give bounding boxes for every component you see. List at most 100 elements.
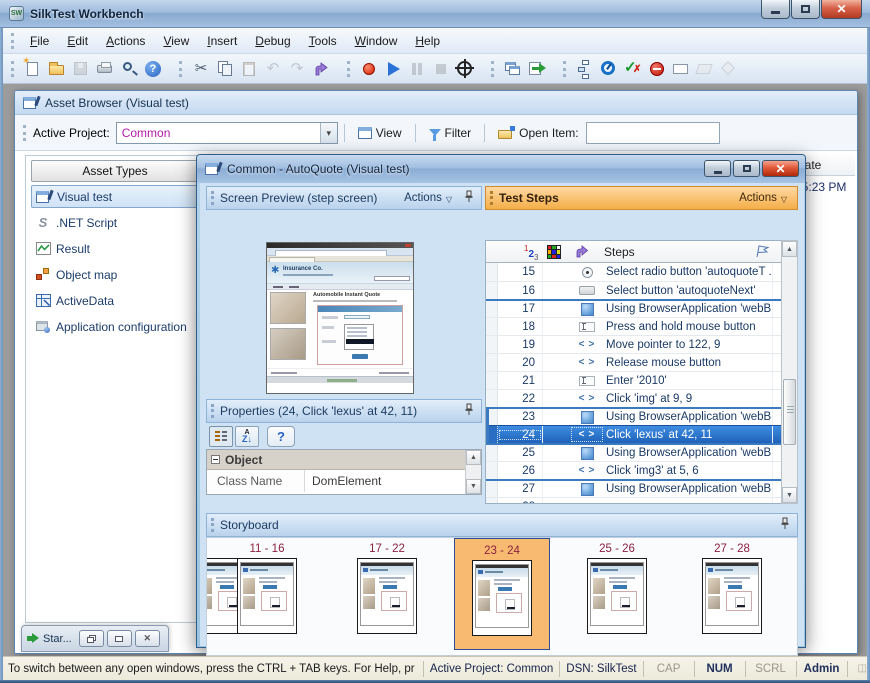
scroll-down-icon[interactable]: ▼ [466,479,481,494]
cut-icon[interactable]: ✂ [190,58,212,80]
resize-grip[interactable]: ◫ [858,663,867,674]
export-icon[interactable] [526,58,548,80]
chevron-down-icon[interactable]: ▾ [320,123,337,143]
record-icon[interactable] [358,58,380,80]
dialog-maximize-button[interactable] [733,160,760,177]
test-steps-scrollbar[interactable]: ▲ ▼ [781,240,798,504]
screen-preview-header[interactable]: Screen Preview (step screen) Actions▽ [206,186,482,210]
test-step-row-22[interactable]: 22 < > Click 'img' at 9, 9 [486,389,781,407]
pin-icon[interactable] [464,403,474,419]
pin-icon[interactable] [464,190,474,206]
test-steps-header[interactable]: Test Steps Actions▽ [485,186,798,210]
scrollbar-thumb[interactable] [783,379,796,445]
dialog-title-bar[interactable]: Common - AutoQuote (Visual test) ✕ [197,155,805,183]
minimize-button-small[interactable] [107,630,132,647]
close-button-small[interactable]: ✕ [135,630,160,647]
categorized-button[interactable] [209,426,233,447]
chevron-down-icon: ▽ [446,195,452,204]
playback-flow-icon[interactable] [310,58,332,80]
test-step-row-18[interactable]: 18 Press and hold mouse button [486,317,781,335]
play-icon[interactable] [382,58,404,80]
test-step-row-26[interactable]: 26 < > Click 'img3' at 5, 6 [486,461,781,479]
open-item-button[interactable]: Open Item: [491,121,585,145]
new-asset-icon[interactable]: ✶ [22,58,44,80]
pin-icon[interactable] [780,517,790,533]
asset-type-result[interactable]: Result [31,237,199,260]
property-value[interactable]: DomElement [305,474,381,488]
menu-tools[interactable]: Tools [300,30,346,52]
asset-browser-title-bar[interactable]: Asset Browser (Visual test) [15,91,857,115]
test-logic-icon[interactable] [598,58,620,80]
minimized-window[interactable]: Star... ✕ [21,625,169,652]
shape-rectangle-icon[interactable] [670,58,692,80]
test-step-row-25[interactable]: 25 Using BrowserApplication 'webBr... [486,443,781,461]
storyboard-thumb-17-22[interactable]: 17 - 22 [352,540,422,634]
verification-icon[interactable]: ✓✗ [622,58,644,80]
screen-preview-actions-button[interactable]: Actions▽ [404,192,452,204]
help-icon[interactable]: ? [142,58,164,80]
menu-edit[interactable]: Edit [58,30,97,52]
view-button[interactable]: View [351,121,409,145]
status-indicator-scrl: SCRL [752,663,790,675]
test-step-row-16[interactable]: 16 Select button 'autoquoteNext' [486,281,781,299]
active-project-combobox[interactable]: Common ▾ [116,122,338,144]
menu-view[interactable]: View [154,30,198,52]
menu-debug[interactable]: Debug [246,30,299,52]
storyboard-thumb-11-16[interactable]: 11 - 16 [232,540,302,634]
menu-help[interactable]: Help [406,30,449,52]
open-asset-icon[interactable] [46,58,68,80]
test-step-row-17[interactable]: 17 Using BrowserApplication 'webBr... [486,299,781,317]
test-step-row-20[interactable]: 20 < > Release mouse button [486,353,781,371]
restore-button[interactable] [79,630,104,647]
asset-type-visual-test[interactable]: Visual test [31,185,199,208]
test-step-row-23[interactable]: 23 Using BrowserApplication 'webBr... [486,407,781,425]
storyboard-thumb-27-28[interactable]: 27 - 28 [697,540,767,634]
textfield-icon [570,372,604,389]
stop-error-icon[interactable] [646,58,668,80]
property-row[interactable]: Class Name DomElement [207,470,481,492]
filter-button[interactable]: Filter [422,121,479,145]
property-group-row[interactable]: Object [207,450,481,470]
open-item-input[interactable] [586,122,720,144]
test-step-row-27[interactable]: 27 Using BrowserApplication 'webBr... [486,479,781,497]
identify-object-icon[interactable] [454,58,476,80]
asset-type-application-configuration[interactable]: Application configuration [31,315,199,338]
flow-chart-icon[interactable] [574,58,596,80]
storyboard-thumb-23-24[interactable]: 23 - 24 [454,538,550,650]
properties-header[interactable]: Properties (24, Click 'lexus' at 42, 11) [206,399,482,423]
scroll-up-icon[interactable]: ▲ [466,450,481,465]
menu-actions[interactable]: Actions [97,30,154,52]
menu-file[interactable]: File [21,30,58,52]
test-step-row-19[interactable]: 19 < > Move pointer to 122, 9 [486,335,781,353]
print-preview-icon[interactable] [118,58,140,80]
storyboard-header[interactable]: Storyboard [206,513,798,537]
minimize-button[interactable] [761,0,790,19]
maximize-button[interactable] [791,0,820,19]
menu-window[interactable]: Window [346,30,407,52]
preview-screenshot[interactable]: ✱ Insurance Co. Automobile Instant Quote [266,242,414,394]
asset-type-net-script[interactable]: S .NET Script [31,211,199,234]
storyboard-thumb-25-26[interactable]: 25 - 26 [582,540,652,634]
test-step-row-21[interactable]: 21 Enter '2010' [486,371,781,389]
scroll-up-icon[interactable]: ▲ [782,241,797,257]
title-bar[interactable]: SW SilkTest Workbench ✕ [0,0,870,28]
copy-icon[interactable] [214,58,236,80]
properties-scrollbar[interactable]: ▲ ▼ [465,450,481,494]
print-icon[interactable] [94,58,116,80]
test-step-row-24[interactable]: 24 < > Click 'lexus' at 42, 11 [486,425,781,443]
asset-type-activedata[interactable]: ActiveData [31,289,199,312]
sort-alphabetical-button[interactable]: AZ↓ [235,426,259,447]
menu-insert[interactable]: Insert [198,30,246,52]
dialog-close-button[interactable]: ✕ [762,160,799,177]
copy-screen-icon[interactable] [502,58,524,80]
dialog-minimize-button[interactable] [704,160,731,177]
collapse-icon[interactable] [211,455,220,464]
asset-type-object-map[interactable]: Object map [31,263,199,286]
scroll-down-icon[interactable]: ▼ [782,487,797,503]
test-steps-actions-button[interactable]: Actions▽ [739,192,787,204]
test-step-row-15[interactable]: 15 Select radio button 'autoquoteT ... [486,263,781,281]
test-step-row-28[interactable]: 28 < > [486,497,781,504]
test-steps-column-header[interactable]: 123 Steps [486,241,781,263]
close-button[interactable]: ✕ [821,0,862,19]
help-button[interactable]: ? [267,426,295,447]
